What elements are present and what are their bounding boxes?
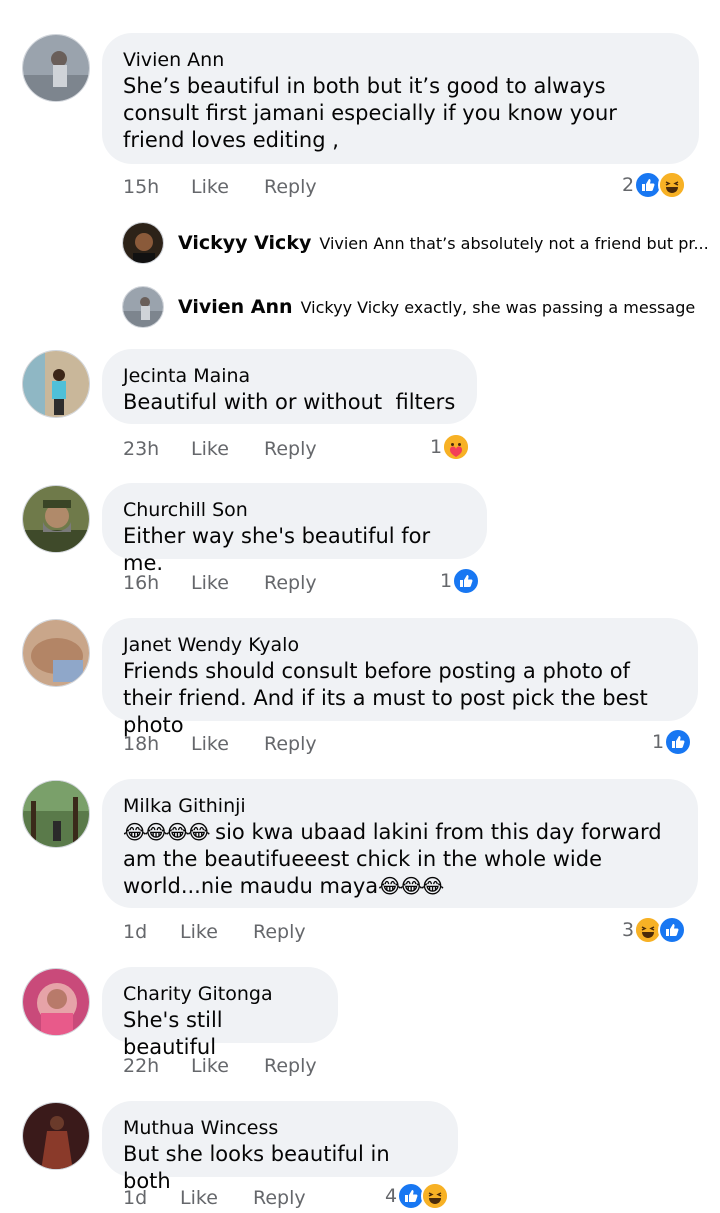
comment-actions: 18h Like Reply bbox=[123, 729, 317, 759]
comment-bubble: Vivien Ann She’s beautiful in both but i… bbox=[102, 33, 699, 164]
reaction-count: 2 bbox=[622, 174, 635, 196]
avatar[interactable] bbox=[22, 34, 90, 102]
like-button[interactable]: Like bbox=[191, 568, 264, 598]
reaction-count: 1 bbox=[652, 731, 665, 753]
reaction-summary[interactable]: 2 bbox=[622, 170, 687, 200]
reply-text: Vivien Ann that’s absolutely not a frien… bbox=[319, 233, 709, 253]
reply-author[interactable]: Vivien Ann bbox=[178, 296, 293, 318]
haha-icon bbox=[421, 1182, 450, 1210]
comment-actions: 23h Like Reply bbox=[123, 434, 317, 464]
comment-bubble: Janet Wendy Kyalo Friends should consult… bbox=[102, 618, 698, 737]
reaction-count: 4 bbox=[385, 1185, 398, 1207]
avatar[interactable] bbox=[22, 780, 90, 848]
comment-author[interactable]: Charity Gitonga bbox=[123, 981, 318, 1007]
comment-actions: 1d Like Reply bbox=[123, 1183, 306, 1213]
reply-text: Vickyy Vicky exactly, she was passing a … bbox=[300, 297, 696, 317]
comment-text: 😂😂😂😂 sio kwa ubaad lakini from this day … bbox=[123, 819, 678, 900]
avatar[interactable] bbox=[22, 485, 90, 553]
comment-time[interactable]: 16h bbox=[123, 568, 191, 598]
avatar[interactable] bbox=[22, 1102, 90, 1170]
comment-actions: 1d Like Reply bbox=[123, 917, 306, 947]
reply-button[interactable]: Reply bbox=[264, 172, 317, 202]
reply-item[interactable]: Vivien Ann Vickyy Vicky exactly, she was… bbox=[122, 285, 695, 329]
like-icon bbox=[658, 916, 687, 944]
comment-bubble: Churchill Son Either way she's beautiful… bbox=[102, 483, 487, 575]
comment-time[interactable]: 23h bbox=[123, 434, 191, 464]
comment-text: Beautiful with or without filters bbox=[123, 390, 456, 414]
avatar[interactable] bbox=[22, 619, 90, 687]
laughing-emoji: 😂😂😂😂 bbox=[123, 820, 210, 844]
reaction-count: 1 bbox=[430, 436, 443, 458]
comment-bubble: Jecinta Maina Beautiful with or without … bbox=[102, 349, 477, 424]
comment-time[interactable]: 1d bbox=[123, 917, 180, 947]
comment-author[interactable]: Jecinta Maina bbox=[123, 363, 457, 389]
reply-button[interactable]: Reply bbox=[264, 1051, 317, 1081]
avatar[interactable] bbox=[22, 350, 90, 418]
reply-button[interactable]: Reply bbox=[253, 1183, 306, 1213]
comment-text: She’s beautiful in both but it’s good to… bbox=[123, 74, 624, 152]
reply-author[interactable]: Vickyy Vicky bbox=[178, 232, 311, 254]
comment-author[interactable]: Milka Githinji bbox=[123, 793, 678, 819]
comment-author[interactable]: Churchill Son bbox=[123, 497, 467, 523]
like-button[interactable]: Like bbox=[191, 729, 264, 759]
reply-button[interactable]: Reply bbox=[264, 434, 317, 464]
comment-author[interactable]: Muthua Wincess bbox=[123, 1115, 438, 1141]
reaction-summary[interactable]: 3 bbox=[622, 915, 687, 945]
comment-time[interactable]: 1d bbox=[123, 1183, 180, 1213]
reply-button[interactable]: Reply bbox=[264, 729, 317, 759]
comment-time[interactable]: 22h bbox=[123, 1051, 191, 1081]
reaction-count: 3 bbox=[622, 919, 635, 941]
like-button[interactable]: Like bbox=[191, 434, 264, 464]
comment-author[interactable]: Vivien Ann bbox=[123, 47, 679, 73]
avatar[interactable] bbox=[122, 222, 164, 264]
reaction-summary[interactable]: 1 bbox=[652, 727, 693, 757]
reaction-summary[interactable]: 1 bbox=[430, 432, 471, 462]
like-button[interactable]: Like bbox=[191, 1051, 264, 1081]
like-button[interactable]: Like bbox=[191, 172, 264, 202]
reaction-summary[interactable]: 1 bbox=[440, 566, 481, 596]
comment-time[interactable]: 15h bbox=[123, 172, 191, 202]
reply-item[interactable]: Vickyy Vicky Vivien Ann that’s absolutel… bbox=[122, 221, 709, 265]
avatar[interactable] bbox=[22, 968, 90, 1036]
laughing-emoji: 😂😂😂 bbox=[378, 874, 444, 898]
haha-icon bbox=[658, 171, 687, 199]
like-button[interactable]: Like bbox=[180, 1183, 253, 1213]
comment-bubble: Milka Githinji 😂😂😂😂 sio kwa ubaad lakini… bbox=[102, 779, 698, 908]
comment-actions: 16h Like Reply bbox=[123, 568, 317, 598]
avatar[interactable] bbox=[122, 286, 164, 328]
reaction-summary[interactable]: 4 bbox=[385, 1181, 450, 1211]
reply-button[interactable]: Reply bbox=[264, 568, 317, 598]
like-icon bbox=[664, 728, 693, 756]
care-icon bbox=[442, 433, 471, 461]
like-button[interactable]: Like bbox=[180, 917, 253, 947]
comment-bubble: Muthua Wincess But she looks beautiful i… bbox=[102, 1101, 458, 1193]
comment-text: Friends should consult before posting a … bbox=[123, 659, 655, 737]
like-icon bbox=[452, 567, 481, 595]
reply-button[interactable]: Reply bbox=[253, 917, 306, 947]
reaction-count: 1 bbox=[440, 570, 453, 592]
comment-author[interactable]: Janet Wendy Kyalo bbox=[123, 632, 678, 658]
comment-time[interactable]: 18h bbox=[123, 729, 191, 759]
comment-bubble: Charity Gitonga She's still beautiful bbox=[102, 967, 338, 1059]
comment-actions: 15h Like Reply bbox=[123, 172, 317, 202]
comment-actions: 22h Like Reply bbox=[123, 1051, 317, 1081]
